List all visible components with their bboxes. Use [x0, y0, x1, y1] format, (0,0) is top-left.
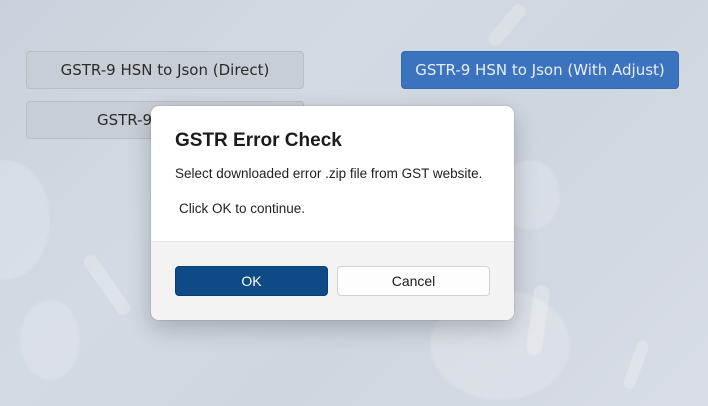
dialog-button-bar: OK Cancel	[151, 241, 514, 320]
background-decoration	[0, 160, 50, 280]
hsn-to-json-with-adjust-button[interactable]: GSTR-9 HSN to Json (With Adjust)	[401, 51, 679, 89]
dialog-message-line1: Select downloaded error .zip file from G…	[175, 166, 483, 181]
dialog-message-line2: Click OK to continue.	[179, 201, 306, 216]
gstr-error-check-dialog: GSTR Error Check Select downloaded error…	[151, 106, 514, 320]
background-decoration	[81, 252, 133, 318]
cancel-button[interactable]: Cancel	[337, 266, 490, 296]
background-decoration	[621, 339, 651, 391]
dialog-title: GSTR Error Check	[175, 130, 342, 151]
ok-button[interactable]: OK	[175, 266, 328, 296]
background-decoration	[485, 1, 529, 49]
background-decoration	[20, 300, 80, 380]
hsn-to-json-direct-button[interactable]: GSTR-9 HSN to Json (Direct)	[26, 51, 304, 89]
